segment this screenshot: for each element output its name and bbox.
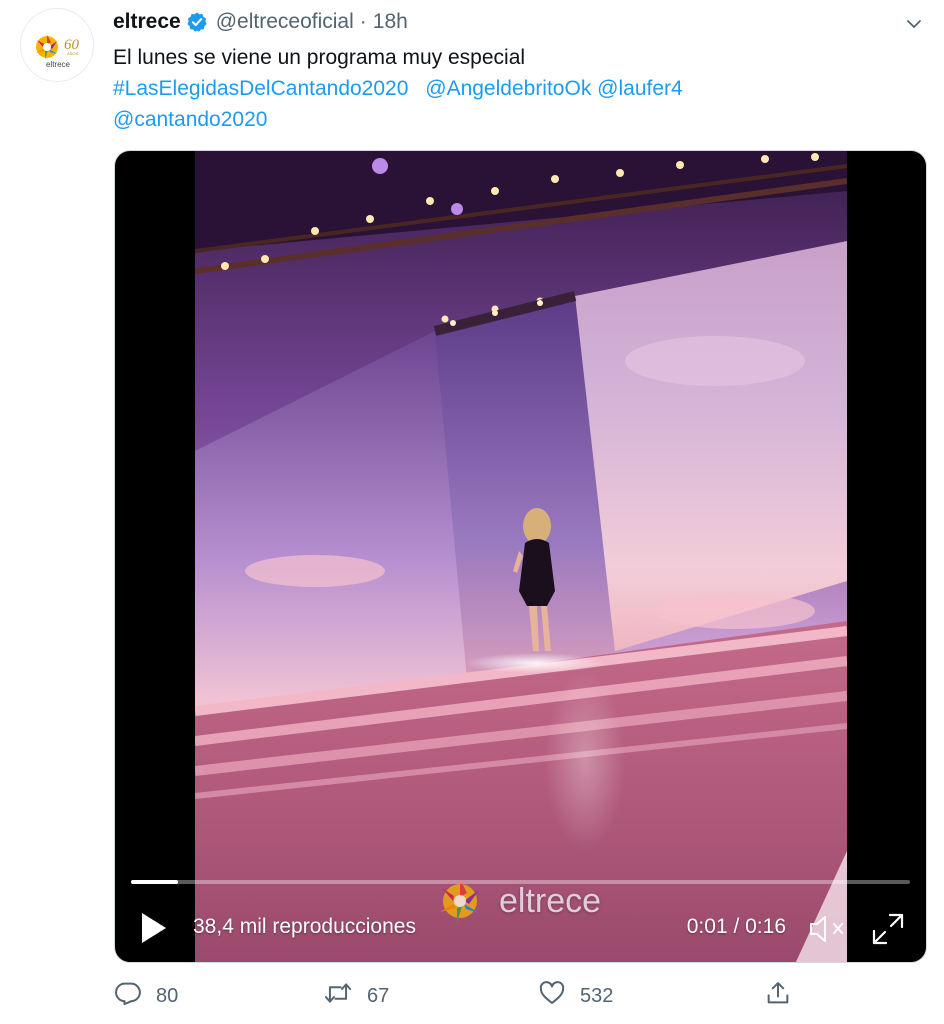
tweet-text-line: El lunes se viene un programa muy especi… xyxy=(113,46,526,69)
like-button[interactable]: 532 xyxy=(538,978,613,1014)
avatar[interactable]: 60 AÑOS eltrece xyxy=(20,8,94,82)
video-progress-fill xyxy=(131,880,178,884)
mention-link-cantando2020[interactable]: @cantando2020 xyxy=(113,108,267,131)
tweet-text: El lunes se viene un programa muy especi… xyxy=(113,42,913,135)
avatar-anniversary-label: AÑOS xyxy=(67,51,79,56)
reply-icon xyxy=(114,979,142,1013)
reply-count: 80 xyxy=(156,984,179,1007)
tweet-header: eltrece @eltreceoficial · 18h xyxy=(113,7,408,37)
mention-link-laufer4[interactable]: @laufer4 xyxy=(597,77,683,100)
user-handle[interactable]: @eltreceoficial xyxy=(216,10,354,34)
avatar-logo-text: eltrece xyxy=(46,60,71,69)
video-timecode: 0:01 / 0:16 xyxy=(686,915,786,938)
hashtag-link[interactable]: #LasElegidasDelCantando2020 xyxy=(113,77,408,100)
eltrece-logo: 60 AÑOS eltrece xyxy=(36,35,80,69)
chevron-down-icon[interactable] xyxy=(902,12,926,36)
video-player[interactable]: eltrece 38,4 mil reproducciones 0:01 / 0… xyxy=(114,150,927,963)
separator-dot: · xyxy=(359,10,367,33)
share-button[interactable] xyxy=(764,978,792,1014)
video-still-image xyxy=(195,151,847,962)
view-count: 38,4 mil reproducciones xyxy=(193,915,416,938)
play-icon[interactable] xyxy=(139,911,169,945)
timestamp[interactable]: 18h xyxy=(373,10,408,34)
like-count: 532 xyxy=(580,984,614,1007)
reply-button[interactable]: 80 xyxy=(114,978,178,1014)
volume-muted-icon[interactable] xyxy=(808,913,848,945)
video-frame[interactable] xyxy=(195,151,847,962)
retweet-icon xyxy=(323,979,353,1013)
heart-icon xyxy=(538,979,566,1013)
retweet-button[interactable]: 67 xyxy=(323,978,389,1014)
watermark-text: eltrece xyxy=(499,881,602,920)
tweet-actions: 80 67 532 xyxy=(110,978,810,1014)
mention-link-angeldebrito[interactable]: @AngeldebritoOk xyxy=(425,77,591,100)
retweet-count: 67 xyxy=(367,984,390,1007)
display-name[interactable]: eltrece xyxy=(113,10,181,34)
video-progress-bar[interactable] xyxy=(131,880,910,884)
verified-badge-icon xyxy=(186,11,208,33)
fullscreen-icon[interactable] xyxy=(870,911,906,947)
share-icon xyxy=(764,979,792,1013)
